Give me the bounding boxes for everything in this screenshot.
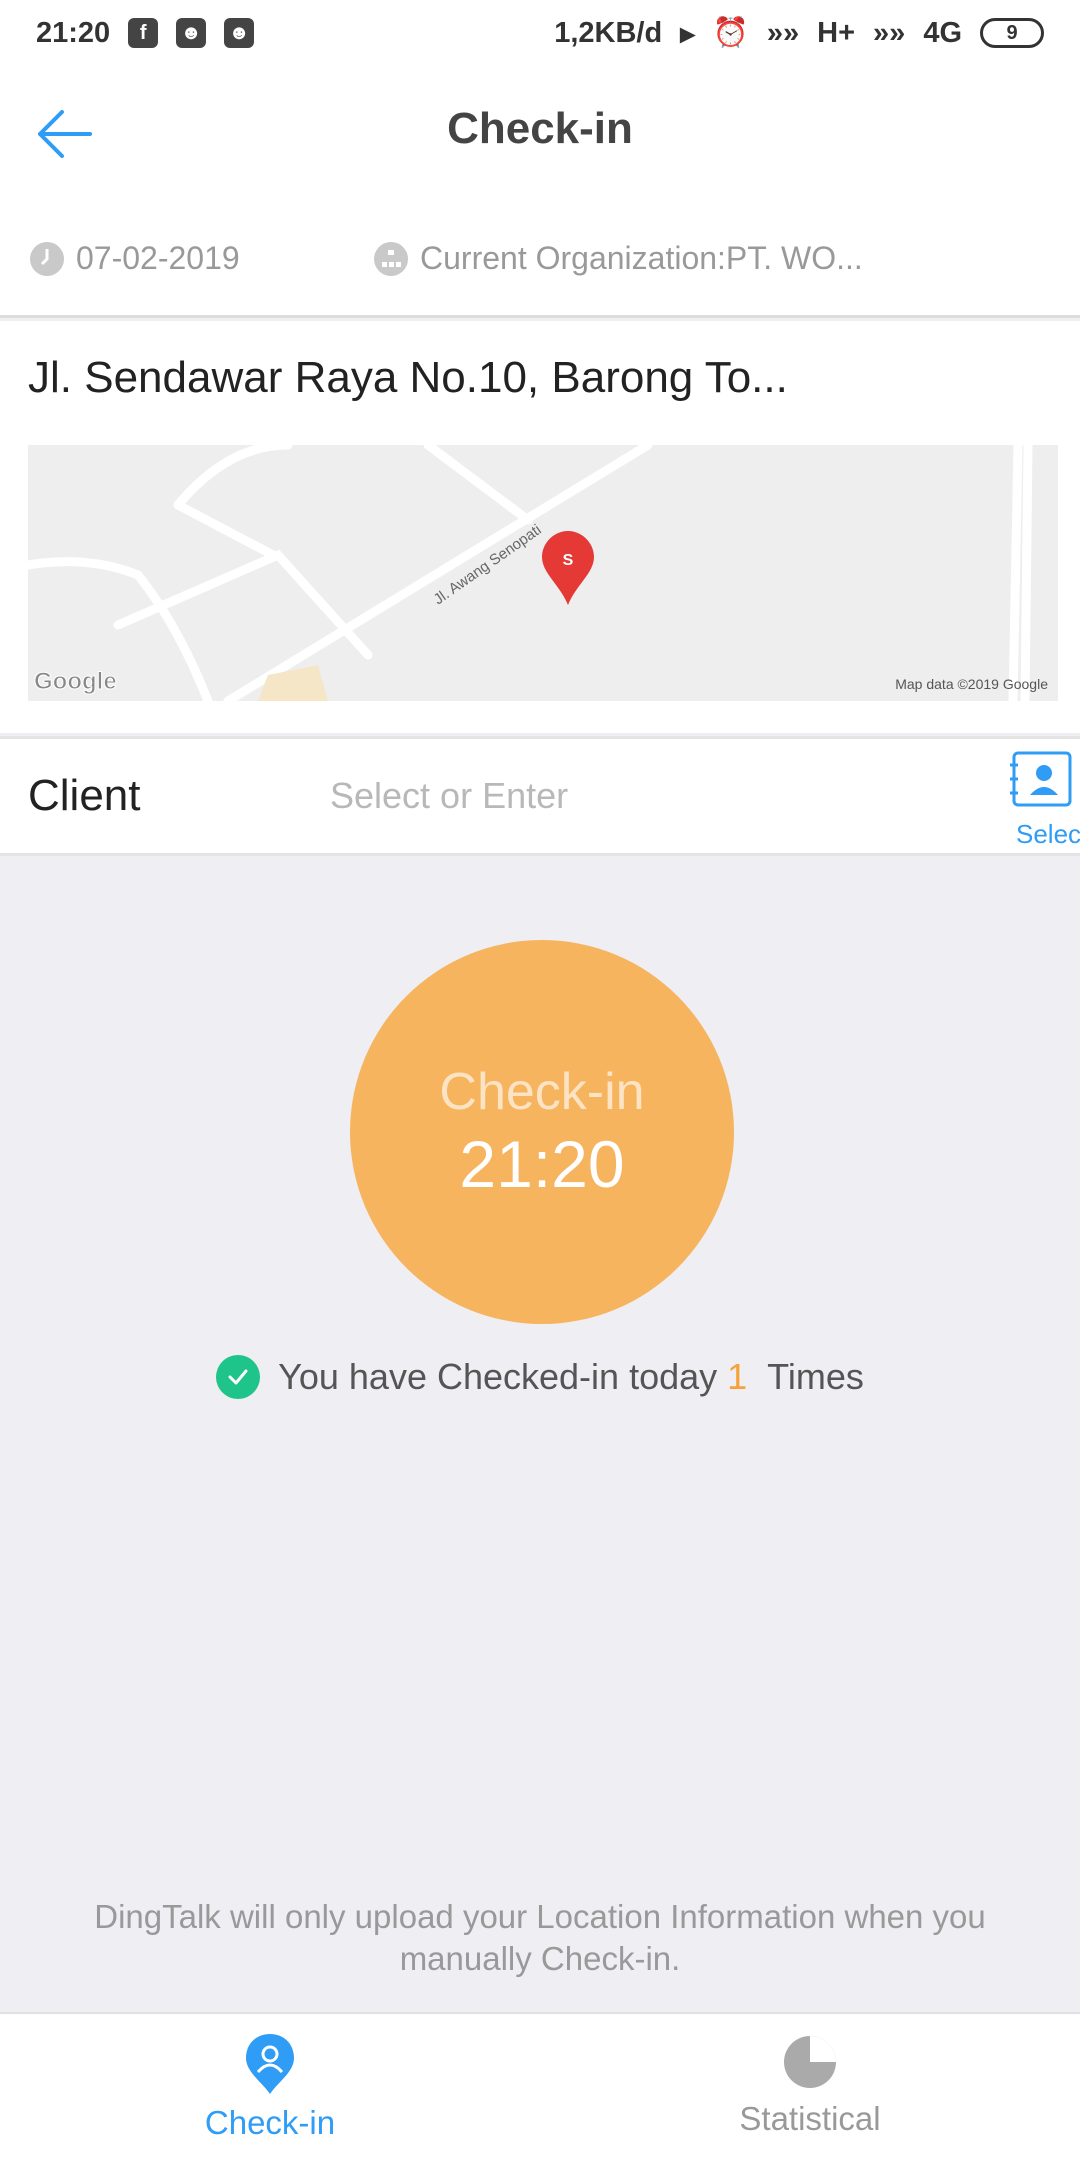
status-bar: 21:20 f ☻ ☻ 1,2KB/d ▸ ⏰ »» H+ »» 4G 9 <box>0 0 1080 66</box>
facebook-icon: f <box>128 18 159 48</box>
client-row: Client Select <box>0 736 1080 856</box>
alarm-icon: ⏰ <box>712 17 749 49</box>
privacy-footnote: DingTalk will only upload your Location … <box>94 1898 986 1977</box>
check-circle-icon <box>216 1355 261 1399</box>
info-bar: 07-02-2019 Current Organization:PT. WO..… <box>0 200 1080 318</box>
select-label: Select <box>1016 819 1080 849</box>
battery-icon: 9 <box>980 18 1044 48</box>
network-type-2: 4G <box>923 16 962 49</box>
net-speed: 1,2KB/d <box>554 16 663 49</box>
checkin-status: You have Checked-in today 1 Times <box>0 1355 1080 1399</box>
play-icon: ▸ <box>680 17 695 50</box>
app-notification-icon-2: ☻ <box>224 18 255 48</box>
google-logo: Google <box>34 668 117 695</box>
pie-chart-icon <box>784 2036 836 2088</box>
location-map[interactable]: S Jl. Awang Senopati Google Map data ©20… <box>28 445 1058 701</box>
signal-icon-2: »» <box>873 16 906 49</box>
client-input[interactable] <box>330 775 930 817</box>
location-address: Jl. Sendawar Raya No.10, Barong To... <box>28 353 788 402</box>
location-pin-icon <box>246 2034 294 2094</box>
client-label: Client <box>28 771 141 820</box>
map-attribution: Map data ©2019 Google <box>895 676 1048 692</box>
location-section: Jl. Sendawar Raya No.10, Barong To... S … <box>0 321 1080 733</box>
map-pin-letter: S <box>563 552 574 569</box>
contact-book-icon <box>1010 751 1072 807</box>
page-title: Check-in <box>447 104 633 153</box>
map-graphic: S Jl. Awang Senopati Google Map data ©20… <box>28 445 1058 701</box>
checkin-button[interactable]: Check-in 21:20 <box>350 940 734 1324</box>
battery-level: 9 <box>1006 21 1018 44</box>
organization-icon <box>374 241 408 276</box>
tab-checkin-label: Check-in <box>204 2104 336 2141</box>
tab-checkin[interactable]: Check-in <box>0 2014 540 2160</box>
app-header: Check-in <box>0 66 1080 200</box>
bottom-tab-bar: Check-in Statistical <box>0 2012 1080 2160</box>
tab-statistical-label: Statistical <box>739 2100 881 2137</box>
clock-icon <box>30 241 64 276</box>
checkin-status-suffix: Times <box>767 1356 864 1397</box>
app-notification-icon: ☻ <box>176 18 207 48</box>
network-type-1: H+ <box>817 16 856 49</box>
date-info: 07-02-2019 <box>30 240 240 277</box>
date-text: 07-02-2019 <box>76 240 240 276</box>
checkin-button-label: Check-in <box>439 1063 645 1121</box>
checkin-status-prefix: You have Checked-in today <box>278 1356 718 1397</box>
checkin-button-time: 21:20 <box>459 1127 625 1201</box>
organization-text: Current Organization:PT. WO... <box>420 240 863 276</box>
status-time: 21:20 <box>36 16 111 49</box>
organization-info[interactable]: Current Organization:PT. WO... <box>374 240 863 277</box>
select-client-button[interactable]: Select <box>1000 749 1080 849</box>
signal-icon: »» <box>766 16 800 49</box>
tab-statistical[interactable]: Statistical <box>540 2014 1080 2160</box>
checkin-count: 1 <box>727 1356 748 1397</box>
